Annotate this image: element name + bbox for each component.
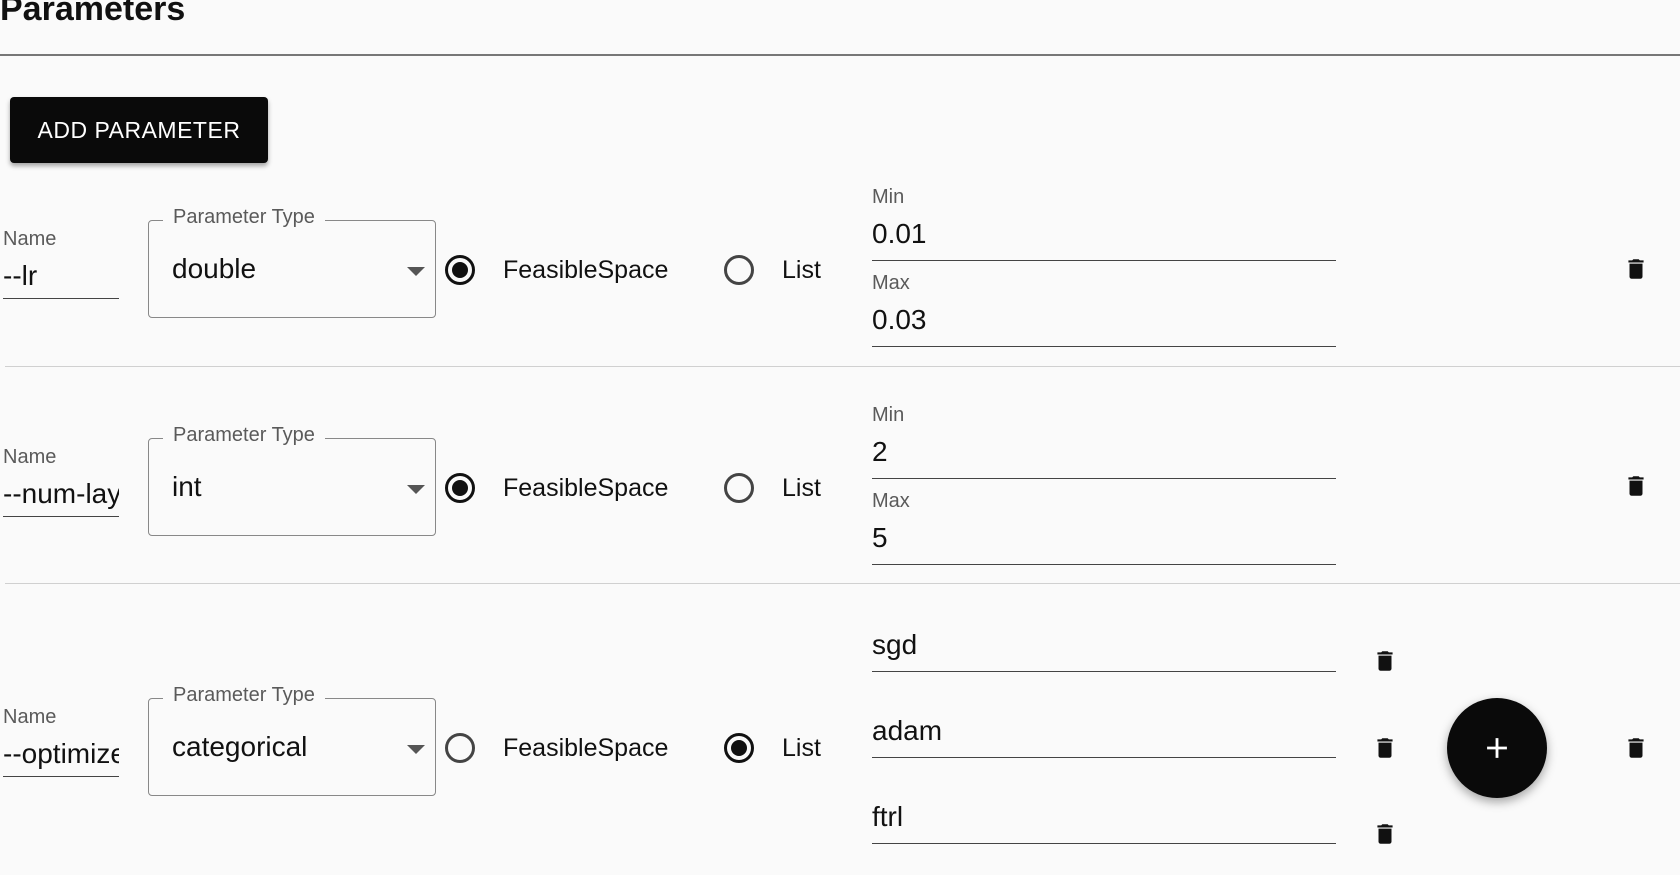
list-radio[interactable]: List [724, 473, 821, 503]
feasible-space-radio[interactable]: FeasibleSpace [445, 255, 668, 285]
radio-checked-icon[interactable] [724, 733, 754, 763]
row-divider [5, 583, 1680, 584]
min-label: Min [872, 186, 905, 208]
min-input[interactable]: 2 [872, 428, 1336, 479]
max-field[interactable]: Max 5 [872, 490, 1336, 565]
list-radio[interactable]: List [724, 255, 821, 285]
parameter-type-select[interactable]: Parameter Type categorical [148, 684, 436, 796]
parameter-type-select[interactable]: Parameter Type double [148, 206, 436, 318]
list-radio[interactable]: List [724, 733, 821, 763]
list-value-input[interactable]: adam [872, 715, 1336, 758]
radio-unchecked-icon[interactable] [724, 255, 754, 285]
list-label: List [782, 473, 821, 502]
parameter-type-label: Parameter Type [163, 684, 325, 707]
feasible-space-radio[interactable]: FeasibleSpace [445, 473, 668, 503]
feasible-space-label: FeasibleSpace [503, 733, 669, 762]
min-field[interactable]: Min 2 [872, 404, 1336, 479]
list-value-input[interactable]: ftrl [872, 801, 1336, 844]
name-input[interactable]: --num-layers [3, 478, 119, 517]
trash-icon[interactable] [1372, 818, 1398, 850]
parameter-type-select[interactable]: Parameter Type int [148, 424, 436, 536]
name-label: Name [3, 706, 57, 728]
max-label: Max [872, 490, 910, 512]
parameters-page: Parameters ADD PARAMETER Name --lr Param… [0, 0, 1680, 875]
trash-icon[interactable] [1623, 470, 1649, 502]
parameter-type-value: categorical [172, 731, 308, 762]
min-field[interactable]: Min 0.01 [872, 186, 1336, 261]
min-label: Min [872, 404, 905, 426]
trash-icon[interactable] [1623, 732, 1649, 764]
page-title: Parameters [0, 0, 186, 28]
list-label: List [782, 255, 821, 284]
title-divider [0, 54, 1680, 56]
name-label: Name [3, 446, 57, 468]
min-input[interactable]: 0.01 [872, 210, 1336, 261]
name-label: Name [3, 228, 57, 250]
caret-down-icon[interactable] [407, 267, 425, 276]
add-parameter-button[interactable]: ADD PARAMETER [10, 97, 268, 163]
parameter-type-label: Parameter Type [163, 206, 325, 229]
feasible-space-label: FeasibleSpace [503, 473, 669, 502]
trash-icon[interactable] [1372, 732, 1398, 764]
parameter-type-value: int [172, 471, 202, 502]
max-field[interactable]: Max 0.03 [872, 272, 1336, 347]
radio-checked-icon[interactable] [445, 473, 475, 503]
add-list-value-button[interactable] [1447, 698, 1547, 798]
list-item[interactable]: ftrl [872, 801, 1336, 844]
list-value-input[interactable]: sgd [872, 629, 1336, 672]
row-divider [5, 366, 1680, 367]
radio-checked-icon[interactable] [445, 255, 475, 285]
list-label: List [782, 733, 821, 762]
plus-icon [1487, 738, 1507, 758]
caret-down-icon[interactable] [407, 485, 425, 494]
feasible-space-radio[interactable]: FeasibleSpace [445, 733, 668, 763]
list-item[interactable]: sgd [872, 629, 1336, 672]
list-item[interactable]: adam [872, 715, 1336, 758]
max-input[interactable]: 0.03 [872, 296, 1336, 347]
max-label: Max [872, 272, 910, 294]
caret-down-icon[interactable] [407, 745, 425, 754]
parameter-type-value: double [172, 253, 257, 284]
max-input[interactable]: 5 [872, 514, 1336, 565]
trash-icon[interactable] [1623, 253, 1649, 285]
feasible-space-label: FeasibleSpace [503, 255, 669, 284]
name-input[interactable]: --optimizer [3, 738, 119, 777]
radio-unchecked-icon[interactable] [724, 473, 754, 503]
trash-icon[interactable] [1372, 645, 1398, 677]
name-input[interactable]: --lr [3, 260, 119, 299]
radio-unchecked-icon[interactable] [445, 733, 475, 763]
parameter-type-label: Parameter Type [163, 424, 325, 447]
